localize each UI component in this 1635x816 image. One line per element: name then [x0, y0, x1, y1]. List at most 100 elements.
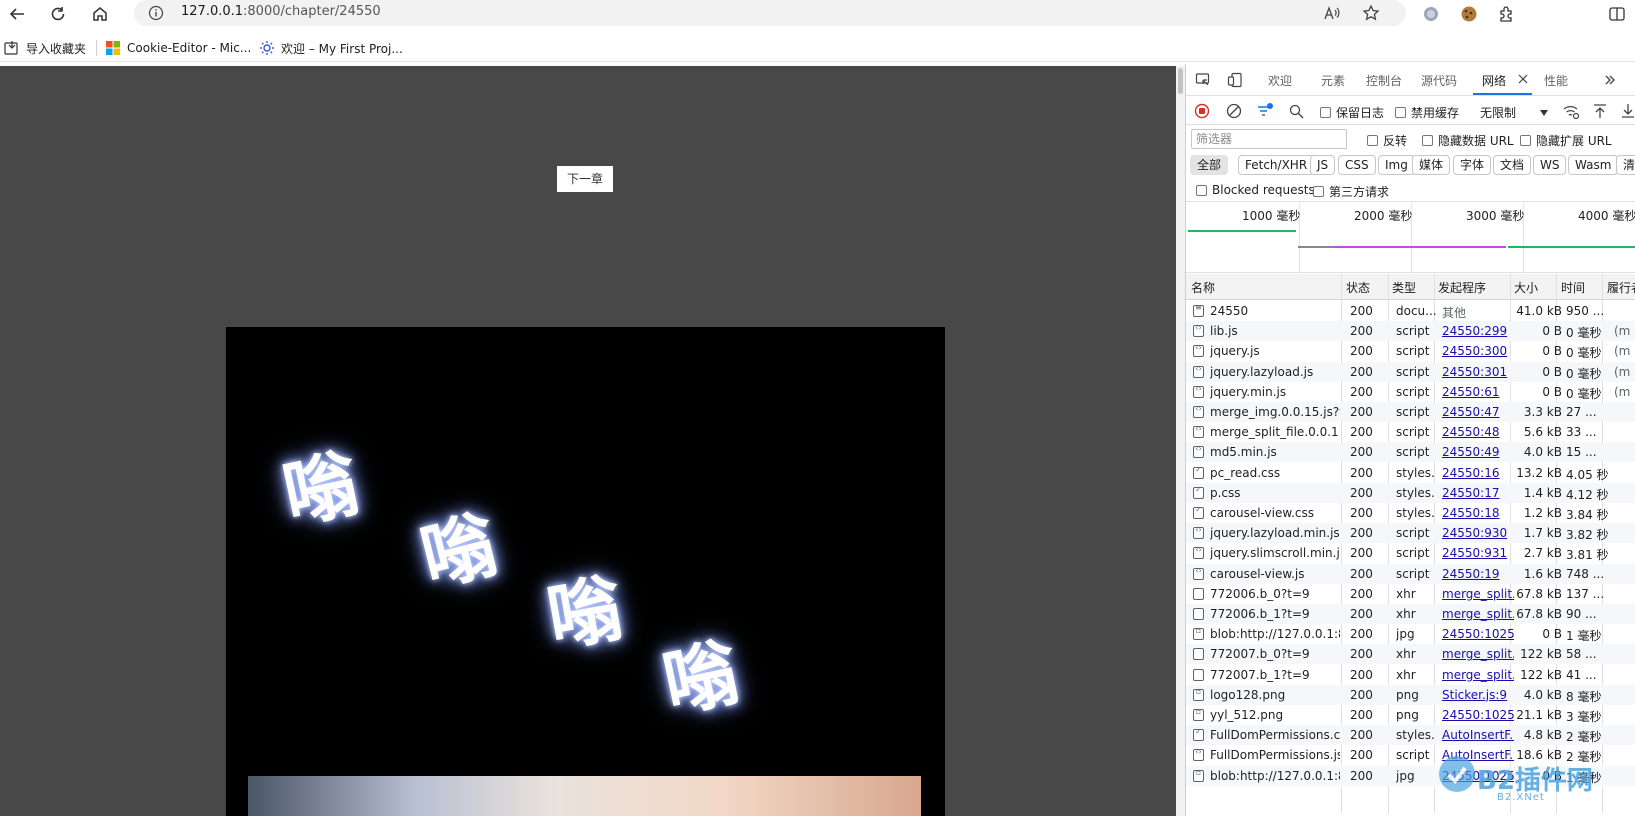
home-button[interactable] — [87, 1, 113, 27]
table-row[interactable]: ✓ carousel-view.css 200 styles... 24550:18 1.… — [1186, 503, 1635, 523]
request-initiator[interactable]: 24550:49 — [1442, 445, 1514, 459]
tab-network[interactable]: 网络 — [1482, 72, 1506, 89]
filter-toggle-button[interactable] — [1256, 102, 1274, 120]
checkbox-box[interactable] — [1313, 186, 1324, 197]
request-name[interactable]: carousel-view.js — [1210, 567, 1340, 581]
table-row[interactable]: 772007.b_0?t=9 200 xhr merge_split... 122 kB… — [1186, 644, 1635, 665]
request-name[interactable]: merge_img.0.0.15.js?t=1 — [1210, 405, 1340, 419]
request-name[interactable]: blob:http://127.0.0.1:80... — [1210, 627, 1340, 641]
request-initiator[interactable]: 24550:1025 — [1442, 708, 1514, 722]
bookmark-cookie-editor[interactable]: Cookie-Editor - Mic... — [105, 38, 251, 58]
table-row[interactable]: ▫ yyl_512.png 200 png 24550:1025 21.1 kB 3 毫秒 — [1186, 705, 1635, 725]
filter-input[interactable] — [1191, 129, 1347, 149]
third-party-checkbox[interactable]: 第三方请求 — [1313, 183, 1389, 200]
extension-button-1[interactable] — [1418, 1, 1444, 27]
next-chapter-button[interactable]: 下一章 — [557, 166, 613, 192]
request-name[interactable]: jquery.slimscroll.min.js — [1210, 546, 1340, 560]
request-name[interactable]: 24550 — [1210, 304, 1340, 318]
blocked-requests-checkbox[interactable]: Blocked requests — [1196, 183, 1315, 197]
table-row[interactable]: ‹› jquery.min.js 200 script 24550:61 0 B 0 毫秒 (… — [1186, 382, 1635, 402]
export-har-button[interactable] — [1620, 102, 1635, 120]
read-aloud-button[interactable] — [1321, 3, 1343, 23]
request-initiator[interactable]: merge_split... — [1442, 607, 1514, 621]
type-filter-font[interactable]: 字体 — [1453, 155, 1492, 175]
table-row[interactable]: ≡ 24550 200 docu... 其他 41.0 kB 950 ... — [1186, 301, 1635, 321]
request-name[interactable]: 772007.b_0?t=9 — [1210, 647, 1340, 661]
type-filter-img[interactable]: Img — [1378, 155, 1415, 175]
table-row[interactable]: ‹› jquery.lazyload.min.js 200 script 24550:9… — [1186, 523, 1635, 544]
request-initiator[interactable]: 24550:930 — [1442, 526, 1514, 540]
request-initiator[interactable]: 24550:300 — [1442, 344, 1514, 358]
request-name[interactable]: carousel-view.css — [1210, 506, 1340, 520]
table-row[interactable]: ‹› md5.min.js 200 script 24550:49 4.0 kB 15 ..… — [1186, 442, 1635, 463]
checkbox-box[interactable] — [1422, 135, 1433, 146]
request-initiator[interactable]: 24550:16 — [1442, 466, 1514, 480]
tab-sources[interactable]: 源代码 — [1421, 72, 1457, 89]
split-screen-button[interactable] — [1604, 1, 1630, 27]
throttling-select[interactable]: 无限制 — [1480, 104, 1549, 121]
request-initiator[interactable]: Sticker.js:9 — [1442, 688, 1514, 702]
inspect-element-button[interactable] — [1194, 71, 1212, 89]
table-row[interactable]: ✓ pc_read.css 200 styles... 24550:1613.2 kB 4… — [1186, 463, 1635, 483]
disable-cache-checkbox[interactable]: 禁用缓存 — [1395, 104, 1459, 121]
tab-elements[interactable]: 元素 — [1321, 72, 1345, 89]
request-name[interactable]: jquery.lazyload.js — [1210, 365, 1340, 379]
request-initiator[interactable]: 24550:47 — [1442, 405, 1514, 419]
request-initiator[interactable]: merge_split... — [1442, 668, 1514, 682]
type-filter-all[interactable]: 全部 — [1190, 155, 1229, 175]
request-name[interactable]: jquery.min.js — [1210, 385, 1340, 399]
request-initiator[interactable]: 24550:61 — [1442, 385, 1514, 399]
column-header-type[interactable]: 类型 — [1392, 279, 1416, 296]
table-row[interactable]: 772006.b_1?t=9 200 xhr merge_split...67.8 k… — [1186, 604, 1635, 624]
column-header-status[interactable]: 状态 — [1346, 279, 1370, 296]
request-name[interactable]: blob:http://127.0.0.1:80... — [1210, 769, 1340, 783]
page-scrollbar-thumb[interactable] — [1178, 68, 1183, 94]
record-button[interactable] — [1194, 103, 1210, 119]
request-initiator[interactable]: merge_split... — [1442, 647, 1514, 661]
back-button[interactable] — [4, 1, 30, 27]
tab-console[interactable]: 控制台 — [1366, 72, 1402, 89]
table-row[interactable]: ‹› jquery.lazyload.js 200 script 24550:301 0 … — [1186, 361, 1635, 382]
tab-performance[interactable]: 性能 — [1544, 72, 1568, 89]
type-filter-css[interactable]: CSS — [1338, 155, 1376, 175]
table-row[interactable]: 772006.b_0?t=9 200 xhr merge_split...67.8 k… — [1186, 584, 1635, 604]
request-initiator[interactable]: 24550:931 — [1442, 546, 1514, 560]
bookmark-import-favorites[interactable]: 导入收藏夹 — [4, 38, 86, 58]
checkbox-box[interactable] — [1196, 184, 1207, 196]
table-row[interactable]: 772007.b_1?t=9 200 xhr merge_split... 122 kB… — [1186, 665, 1635, 685]
table-row[interactable]: ‹› jquery.slimscroll.min.js 200 script 24550… — [1186, 543, 1635, 563]
type-filter-doc[interactable]: 文档 — [1493, 155, 1532, 175]
type-filter-manifest[interactable]: 清单 — [1616, 155, 1635, 175]
request-name[interactable]: logo128.png — [1210, 688, 1340, 702]
invert-checkbox[interactable]: 反转 — [1367, 132, 1407, 149]
type-filter-wasm[interactable]: Wasm — [1568, 155, 1619, 175]
request-name[interactable]: pc_read.css — [1210, 466, 1340, 480]
network-overview-timeline[interactable]: 1000 毫秒 2000 毫秒 3000 毫秒 4000 毫秒 — [1186, 203, 1635, 273]
request-name[interactable]: 772007.b_1?t=9 — [1210, 668, 1340, 682]
preserve-log-checkbox[interactable]: 保留日志 — [1320, 104, 1384, 121]
request-initiator[interactable]: 24550:1025 — [1442, 627, 1514, 641]
request-name[interactable]: md5.min.js — [1210, 445, 1340, 459]
table-row[interactable]: ‹› lib.js 200 script 24550:299 0 B 0 毫秒 (m — [1186, 321, 1635, 342]
table-row[interactable]: ‹› jquery.js 200 script 24550:300 0 B 0 毫秒 (m — [1186, 341, 1635, 361]
table-row[interactable]: ‹› merge_img.0.0.15.js?t=1 200 script 24550:… — [1186, 402, 1635, 422]
table-row[interactable]: ▫ blob:http://127.0.0.1:80... 200 jpg 24550:… — [1186, 624, 1635, 644]
request-initiator[interactable]: 24550:18 — [1442, 506, 1514, 520]
request-name[interactable]: 772006.b_1?t=9 — [1210, 607, 1340, 621]
request-initiator[interactable]: merge_split... — [1442, 587, 1514, 601]
search-button[interactable] — [1288, 103, 1304, 119]
extensions-button[interactable] — [1494, 1, 1520, 27]
more-tabs-button[interactable] — [1602, 72, 1618, 88]
request-name[interactable]: jquery.lazyload.min.js — [1210, 526, 1340, 540]
clear-button[interactable] — [1226, 103, 1242, 119]
page-scrollbar[interactable] — [1176, 66, 1185, 816]
type-filter-ws[interactable]: WS — [1533, 155, 1567, 175]
address-bar[interactable]: 127.0.0.1:8000/chapter/24550 — [134, 0, 1406, 26]
column-header-time[interactable]: 时间 — [1561, 279, 1585, 296]
column-header-name[interactable]: 名称 — [1191, 279, 1215, 296]
table-row[interactable]: ✓ FullDomPermissions.css 200 styles... AutoI… — [1186, 725, 1635, 746]
request-name[interactable]: yyl_512.png — [1210, 708, 1340, 722]
request-initiator[interactable]: AutoInsertF... — [1442, 728, 1514, 742]
checkbox-box[interactable] — [1367, 135, 1378, 146]
request-initiator[interactable]: 24550:299 — [1442, 324, 1514, 338]
